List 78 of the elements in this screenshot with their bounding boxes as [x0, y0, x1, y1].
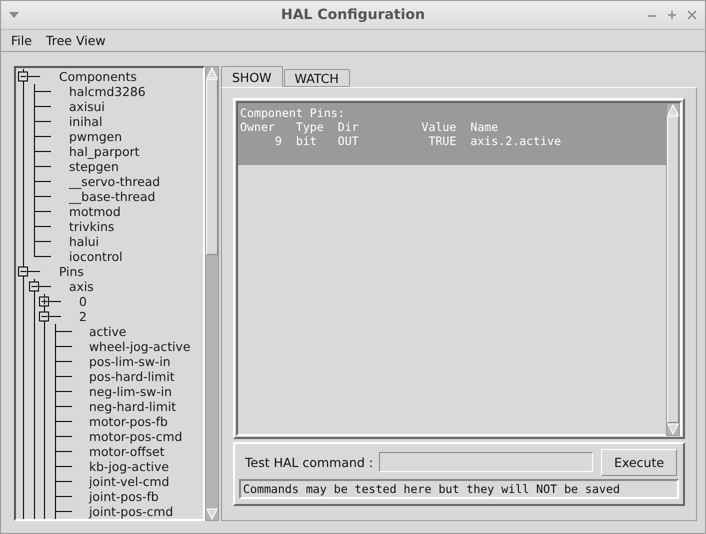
output-line: Owner Type Dir Value Name: [240, 120, 500, 134]
tab[interactable]: SHOW: [221, 66, 283, 87]
collapse-icon[interactable]: [29, 282, 39, 292]
command-field[interactable]: [379, 452, 594, 472]
tree-item[interactable]: pwmgen: [69, 130, 122, 144]
tab[interactable]: WATCH: [284, 69, 350, 87]
tree-line: [23, 429, 72, 444]
tree-item[interactable]: neg-hard-limit: [89, 400, 176, 414]
collapse-icon[interactable]: [18, 266, 28, 276]
tree-item[interactable]: stepgen: [69, 160, 119, 174]
tree-item[interactable]: __servo-thread: [69, 174, 160, 188]
collapse-icon[interactable]: [18, 72, 28, 82]
tree-item[interactable]: active: [89, 324, 126, 338]
tree-line: [23, 504, 72, 519]
tree-line: [23, 144, 52, 159]
scrollbar[interactable]: [205, 66, 219, 521]
tree-item[interactable]: hal_parport: [69, 144, 140, 158]
output-line: Component Pins:: [240, 106, 346, 120]
tree-item[interactable]: motmod: [69, 204, 121, 218]
tree-line: [23, 234, 52, 249]
tree-item[interactable]: joint-vel-cmd: [89, 474, 170, 488]
tree-line: [23, 474, 72, 489]
tree-line: [23, 339, 72, 354]
tree-line: [23, 399, 72, 414]
scroll-down-icon[interactable]: [206, 508, 218, 520]
tree-item[interactable]: motor-pos-cmd: [89, 430, 182, 444]
tree-line: [23, 414, 72, 429]
command-label: Test HAL command :: [245, 454, 374, 470]
tree-line: [23, 189, 52, 204]
tree-line: [23, 354, 72, 369]
tree-item[interactable]: halui: [69, 234, 99, 248]
tree-item[interactable]: joint-pos-cmd: [89, 504, 174, 518]
tree-item[interactable]: wheel-jog-active: [89, 340, 190, 354]
tree-item[interactable]: neg-lim-sw-in: [89, 384, 172, 398]
tree-item[interactable]: kb-jog-active: [89, 460, 169, 474]
menu-item[interactable]: Tree View: [46, 33, 106, 48]
tree-item[interactable]: pos-hard-limit: [89, 370, 175, 384]
tree-line: [23, 219, 52, 234]
window-title: HAL Configuration: [280, 7, 426, 24]
collapse-icon[interactable]: [39, 312, 49, 322]
tree-item[interactable]: 2: [79, 310, 87, 324]
menu-item[interactable]: File: [11, 33, 32, 48]
tree-line: [23, 324, 72, 339]
window-menu-icon[interactable]: [9, 12, 19, 18]
tree-item[interactable]: axisui: [69, 100, 105, 114]
tree-line: [23, 129, 52, 144]
tree-item[interactable]: axis: [69, 280, 94, 294]
tree-line: [23, 174, 52, 189]
tree-line: [23, 159, 52, 174]
tree-item[interactable]: pos-lim-sw-in: [89, 354, 171, 368]
tree-item[interactable]: halcmd3286: [69, 84, 146, 98]
tree-item[interactable]: motor-offset: [89, 444, 165, 458]
status-message: Commands may be tested here but they will NOT be saved: [239, 479, 679, 499]
close-icon[interactable]: [687, 10, 697, 20]
execute-button[interactable]: Execute: [601, 448, 678, 476]
tree-item[interactable]: __base-thread: [69, 190, 156, 204]
tree-item[interactable]: inihal: [69, 114, 102, 128]
tree-line: [23, 294, 62, 309]
tree-item[interactable]: Components: [59, 70, 137, 84]
tree-line: [23, 444, 72, 459]
scrollbar[interactable]: [666, 103, 680, 436]
tree-item[interactable]: iocontrol: [69, 250, 123, 264]
tree-item[interactable]: trivkins: [69, 220, 114, 234]
tree-item[interactable]: Pins: [59, 264, 84, 278]
tree-line: [23, 204, 52, 219]
tree-item[interactable]: joint-pos-fb: [89, 490, 159, 504]
output-line: 9 bit OUT TRUE axis.2.active: [274, 134, 562, 148]
tree-line: [23, 369, 72, 384]
tree-line: [23, 99, 52, 114]
expand-icon[interactable]: [39, 296, 49, 306]
maximize-icon[interactable]: [667, 10, 677, 20]
tree-line: [23, 489, 72, 504]
tree-item[interactable]: 0: [79, 294, 87, 308]
tree-item[interactable]: motor-pos-fb: [89, 414, 168, 428]
tree-line: [23, 309, 62, 324]
tree-line: [23, 459, 72, 474]
tree-line: [23, 384, 72, 399]
tree-line: [23, 114, 52, 129]
